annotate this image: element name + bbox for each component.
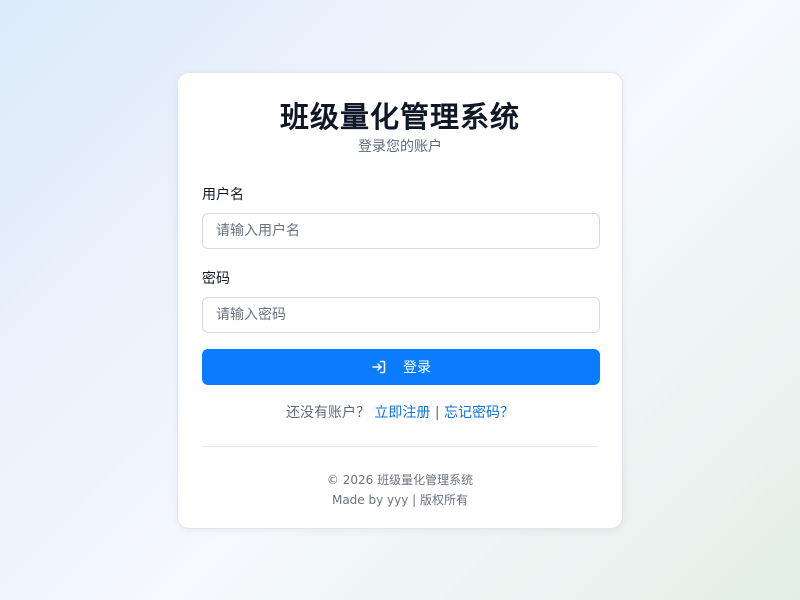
account-links: 还没有账户？ 立即注册 | 忘记密码？ [202,403,598,423]
no-account-text: 还没有账户？ [285,405,370,421]
login-card: 班级量化管理系统 登录您的账户 用户名 密码 登录 还没有账户？ 立即注册 | … [177,72,623,529]
password-input[interactable] [202,297,600,333]
forgot-password-link[interactable]: 忘记密码？ [444,405,514,421]
page-title: 班级量化管理系统 [279,100,520,134]
footer: © 2026 班级量化管理系统 Made by yyy | 版权所有 [202,470,598,510]
login-button[interactable]: 登录 [202,349,600,385]
page-subtitle: 登录您的账户 [358,139,442,155]
password-label: 密码 [202,271,230,287]
username-label: 用户名 [202,187,244,203]
divider [202,446,598,447]
register-link[interactable]: 立即注册 [374,405,430,421]
login-icon [371,359,387,375]
username-input[interactable] [202,213,600,249]
footer-made-by: Made by yyy | 版权所有 [331,493,469,507]
link-separator: | [434,405,440,421]
footer-copyright: © 2026 班级量化管理系统 [326,473,474,487]
login-button-label: 登录 [403,360,431,376]
